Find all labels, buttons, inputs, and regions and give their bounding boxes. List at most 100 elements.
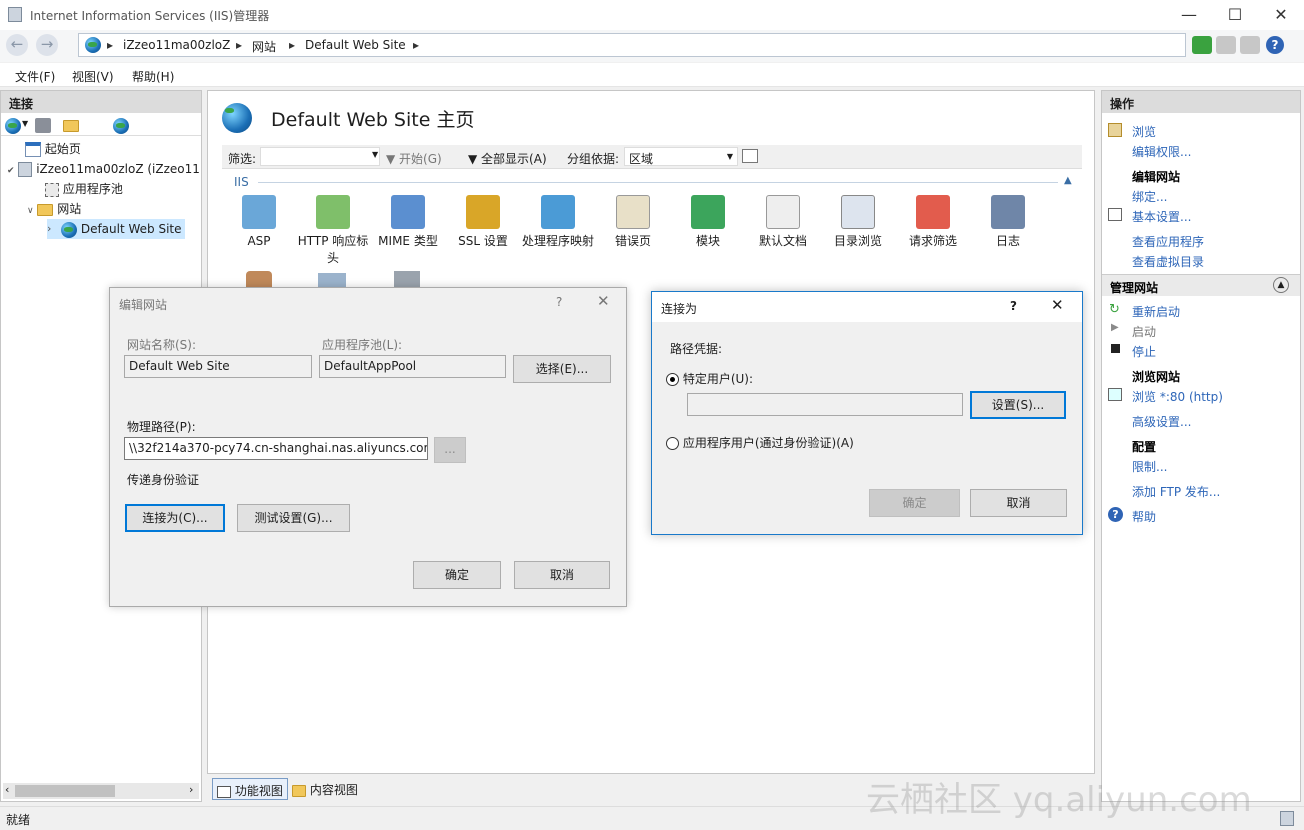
breadcrumb-sites[interactable]: 网站 <box>252 38 276 55</box>
action-start[interactable]: 启动 <box>1132 323 1156 340</box>
modules-icon <box>691 195 725 229</box>
connections-header: 连接 <box>1 91 201 113</box>
app-pool-field[interactable]: DefaultAppPool <box>319 355 506 378</box>
address-toolbar: ← → ▸ iZzeo11ma00zloZ ▸ 网站 ▸ Default Web… <box>0 30 1304 62</box>
group-header-iis: IIS <box>234 175 249 189</box>
action-view-applications[interactable]: 查看应用程序 <box>1132 233 1204 250</box>
menu-help[interactable]: 帮助(H) <box>132 68 174 85</box>
action-add-ftp[interactable]: 添加 FTP 发布... <box>1132 483 1220 500</box>
tree-sites[interactable]: ∨ 网站 <box>27 199 81 219</box>
specific-user-field[interactable] <box>687 393 963 416</box>
action-browse[interactable]: 浏览 <box>1132 123 1156 140</box>
edit-dialog-close-button[interactable]: ✕ <box>597 292 610 310</box>
site-name-label: 网站名称(S): <box>127 338 197 352</box>
breadcrumb-site[interactable]: Default Web Site <box>305 38 406 52</box>
tree-default-web-site[interactable]: › Default Web Site <box>47 219 185 239</box>
chevron-right-icon[interactable]: › <box>47 219 51 239</box>
edit-cancel-button[interactable]: 取消 <box>514 561 610 589</box>
site-globe-icon <box>222 103 252 133</box>
tab-features-view[interactable]: 功能视图 <box>212 778 288 800</box>
refresh-icon[interactable] <box>1192 36 1212 54</box>
lock-icon <box>466 195 500 229</box>
action-view-vdirs[interactable]: 查看虚拟目录 <box>1132 253 1204 270</box>
feature-asp[interactable]: ASP <box>221 195 297 250</box>
feature-error-pages[interactable]: 错误页 <box>595 195 671 250</box>
select-pool-button[interactable]: 选择(E)... <box>513 355 611 383</box>
show-all-button[interactable]: ▼ 全部显示(A) <box>468 150 547 167</box>
browse-site-icon <box>1108 388 1122 401</box>
chevron-down-icon[interactable]: ∨ <box>27 206 34 216</box>
app-pool-icon <box>45 182 59 197</box>
feature-mime-types[interactable]: MIME 类型 <box>370 195 446 250</box>
tree-start-page[interactable]: 起始页 <box>25 139 81 159</box>
tree-app-pools[interactable]: 应用程序池 <box>45 179 123 199</box>
action-edit-permissions[interactable]: 编辑权限... <box>1132 143 1191 160</box>
feature-logging[interactable]: 日志 <box>970 195 1046 250</box>
minimize-button[interactable]: — <box>1166 0 1212 30</box>
go-button[interactable]: ▼ 开始(G) <box>386 150 442 167</box>
edit-ok-button[interactable]: 确定 <box>413 561 501 589</box>
feature-modules[interactable]: 模块 <box>670 195 746 250</box>
menu-view[interactable]: 视图(V) <box>72 68 114 85</box>
connect-globe-icon[interactable] <box>5 118 21 134</box>
action-stop[interactable]: 停止 <box>1132 343 1156 360</box>
horizontal-scrollbar[interactable]: ‹ › <box>3 783 199 799</box>
feature-handler-mappings[interactable]: 处理程序映射 <box>520 195 596 250</box>
action-basic-settings[interactable]: 基本设置... <box>1132 208 1191 225</box>
address-breadcrumb[interactable]: ▸ iZzeo11ma00zloZ ▸ 网站 ▸ Default Web Sit… <box>78 33 1186 57</box>
globe-icon <box>61 221 77 238</box>
feature-ssl[interactable]: SSL 设置 <box>445 195 521 250</box>
menu-file[interactable]: 文件(F) <box>15 68 55 85</box>
chevron-down-icon[interactable]: ✔ <box>7 166 15 176</box>
connect-ok-button[interactable]: 确定 <box>869 489 960 517</box>
group-by-select[interactable]: 区域 ▼ <box>624 147 738 166</box>
filter-input[interactable] <box>260 147 380 166</box>
action-advanced-settings[interactable]: 高级设置... <box>1132 413 1191 430</box>
stop-icon[interactable] <box>1216 36 1236 54</box>
app-user-radio[interactable]: 应用程序用户(通过身份验证)(A) <box>666 434 854 451</box>
feature-request-filtering[interactable]: 请求筛选 <box>895 195 971 250</box>
disconnect-icon[interactable] <box>112 118 129 134</box>
radio-unchecked-icon <box>666 437 679 450</box>
connect-as-button[interactable]: 连接为(C)... <box>125 504 225 532</box>
breadcrumb-server[interactable]: iZzeo11ma00zloZ <box>123 38 230 52</box>
back-arrow-icon[interactable]: ← <box>6 34 28 56</box>
tab-content-view[interactable]: 内容视图 <box>292 781 358 798</box>
mime-icon <box>391 195 425 229</box>
test-settings-button[interactable]: 测试设置(G)... <box>237 504 350 532</box>
handler-icon <box>541 195 575 229</box>
collapse-section-icon[interactable]: ▲ <box>1273 277 1289 293</box>
action-help[interactable]: 帮助 <box>1132 508 1156 525</box>
set-credentials-button[interactable]: 设置(S)... <box>970 391 1066 419</box>
restart-icon: ↻ <box>1109 302 1120 317</box>
browse-path-button[interactable]: ... <box>434 437 466 463</box>
forward-arrow-icon[interactable]: → <box>36 34 58 56</box>
connect-cancel-button[interactable]: 取消 <box>970 489 1067 517</box>
maximize-button[interactable]: ☐ <box>1212 0 1258 30</box>
path-credentials-label: 路径凭据: <box>670 342 723 356</box>
specific-user-radio[interactable]: 特定用户(U): <box>666 370 753 387</box>
up-folder-icon[interactable] <box>63 120 79 132</box>
action-restart[interactable]: 重新启动 <box>1132 303 1180 320</box>
filter-dropdown-icon[interactable]: ▼ <box>372 150 378 159</box>
scrollbar-thumb[interactable] <box>15 785 115 797</box>
collapse-icon[interactable]: ▲ <box>1064 175 1072 186</box>
feature-http-headers[interactable]: HTTP 响应标头 <box>295 195 371 267</box>
close-window-button[interactable]: ✕ <box>1258 0 1304 30</box>
view-mode-icon[interactable] <box>742 149 758 163</box>
home-icon[interactable] <box>1240 36 1260 54</box>
action-limits[interactable]: 限制... <box>1132 458 1167 475</box>
action-browse-80[interactable]: 浏览 *:80 (http) <box>1132 388 1223 405</box>
action-bindings[interactable]: 绑定... <box>1132 188 1167 205</box>
feature-directory-browsing[interactable]: 目录浏览 <box>820 195 896 250</box>
section-manage-site: 管理网站 <box>1110 281 1159 295</box>
edit-dialog-help-button[interactable]: ? <box>556 295 562 309</box>
connect-dialog-close-button[interactable]: ✕ <box>1051 296 1064 314</box>
physical-path-field[interactable]: \\32f214a370-pcy74.cn-shanghai.nas.aliyu… <box>124 437 428 460</box>
site-name-field[interactable]: Default Web Site <box>124 355 312 378</box>
feature-default-document[interactable]: 默认文档 <box>745 195 821 250</box>
save-icon[interactable] <box>35 118 51 133</box>
connect-dialog-help-button[interactable]: ? <box>1010 299 1017 313</box>
tree-server[interactable]: ✔ iZzeo11ma00zloZ (iZzeo11 <box>7 159 200 179</box>
help-icon[interactable]: ? <box>1266 36 1284 54</box>
